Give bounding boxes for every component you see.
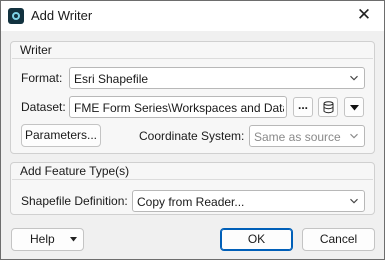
feature-types-group: Add Feature Type(s) Shapefile Definition… <box>10 162 375 215</box>
coordinate-system-dropdown[interactable]: Same as source <box>249 125 365 147</box>
title-bar[interactable]: Add Writer ✕ <box>1 1 384 31</box>
parameters-button[interactable]: Parameters... <box>21 124 101 147</box>
triangle-down-icon <box>70 237 77 242</box>
dataset-value: FME Form Series\Workspaces and Data" <box>74 101 284 115</box>
coordinate-system-label: Coordinate System: <box>139 129 245 143</box>
chevron-down-icon <box>350 198 358 204</box>
chevron-down-icon <box>350 133 358 139</box>
format-value: Esri Shapefile <box>74 72 149 86</box>
feature-types-group-title: Add Feature Type(s) <box>20 164 130 178</box>
shapefile-definition-label: Shapefile Definition: <box>21 194 128 208</box>
help-button-label: Help <box>30 232 55 246</box>
chevron-down-icon <box>350 75 358 81</box>
coordinate-system-value: Same as source <box>254 130 341 144</box>
shapefile-definition-value: Copy from Reader... <box>137 195 245 209</box>
format-dropdown[interactable]: Esri Shapefile <box>69 67 365 89</box>
group-divider <box>12 179 373 180</box>
dataset-input[interactable]: FME Form Series\Workspaces and Data" <box>69 96 287 118</box>
close-button[interactable]: ✕ <box>344 1 384 31</box>
shapefile-definition-dropdown[interactable]: Copy from Reader... <box>132 190 365 212</box>
writer-group-title: Writer <box>20 43 52 57</box>
browse-button[interactable]: ... <box>293 97 313 117</box>
browse-button-label: ... <box>297 98 308 112</box>
database-stack-icon <box>323 101 334 114</box>
triangle-down-icon <box>350 105 359 111</box>
help-button[interactable]: Help <box>11 228 84 251</box>
cancel-button[interactable]: Cancel <box>302 228 375 251</box>
dataset-source-button[interactable] <box>318 97 338 117</box>
fme-app-icon <box>8 8 24 24</box>
dataset-label: Dataset: <box>21 100 66 114</box>
add-writer-dialog: Add Writer ✕ Writer Format: Esri Shapefi… <box>0 0 385 260</box>
group-divider <box>12 58 373 59</box>
dialog-title: Add Writer <box>31 8 93 23</box>
dataset-menu-button[interactable] <box>344 97 364 117</box>
writer-group: Writer Format: Esri Shapefile Dataset: F… <box>10 41 375 154</box>
format-label: Format: <box>21 71 63 85</box>
ok-button[interactable]: OK <box>220 228 293 251</box>
